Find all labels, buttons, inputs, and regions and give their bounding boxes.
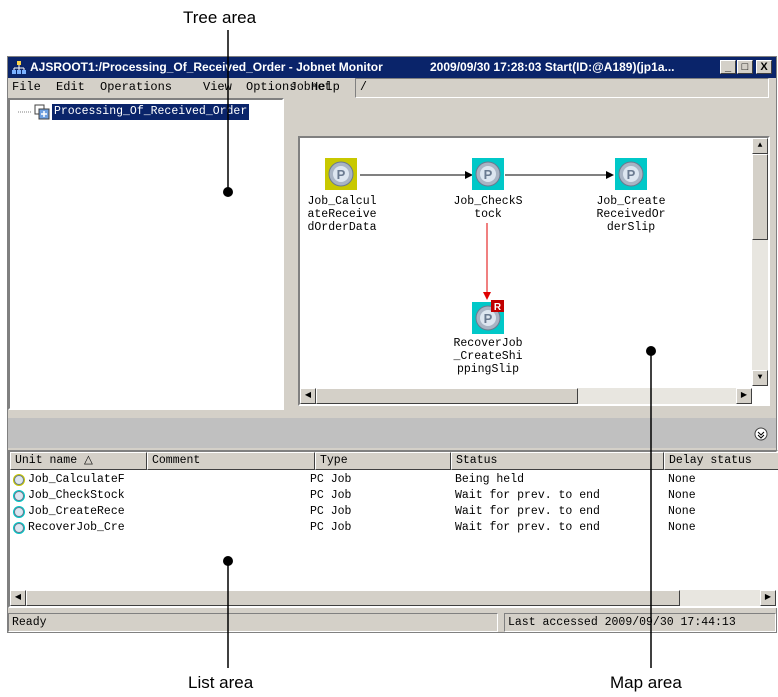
column-header-type[interactable]: Type xyxy=(315,452,451,470)
status-bar: Ready Last accessed 2009/09/30 17:44:13 xyxy=(8,612,776,632)
cell-type: PC Job xyxy=(310,505,352,518)
minimize-button[interactable]: _ xyxy=(720,60,736,74)
jobnet-path-field: / xyxy=(355,78,769,98)
job-icon-checkstock[interactable]: P xyxy=(472,158,504,190)
scroll-down-button[interactable]: ▼ xyxy=(752,370,768,386)
window-title-start-info: 2009/09/30 17:28:03 Start(ID:@A189)(jp1a… xyxy=(430,60,675,74)
job-icon-create-order-slip[interactable]: P xyxy=(615,158,647,190)
maximize-button[interactable]: □ xyxy=(737,60,753,74)
map-area[interactable]: P P P P R Job_Calcul ateReceive dOrderDa… xyxy=(298,136,770,406)
menu-file[interactable]: File xyxy=(12,78,41,97)
tree-node-label[interactable]: Processing_Of_Received_Order xyxy=(52,104,250,120)
cell-delay-status: None xyxy=(668,505,696,518)
scroll-up-button[interactable]: ▲ xyxy=(752,138,768,154)
jobnet-icon xyxy=(34,104,50,120)
svg-text:P: P xyxy=(627,167,636,182)
job-label-create-order-slip: Job_Create ReceivedOr derSlip xyxy=(596,195,666,234)
cell-type: PC Job xyxy=(310,521,352,534)
tree-connector-line xyxy=(18,111,32,113)
column-header-delay-status[interactable]: Delay status xyxy=(664,452,778,470)
job-icon-calculate[interactable]: P xyxy=(325,158,357,190)
job-status-icon xyxy=(13,522,25,534)
job-label-checkstock: Job_CheckS tock xyxy=(453,195,523,221)
map-vertical-scrollbar[interactable]: ▲ ▼ xyxy=(752,138,768,386)
close-button[interactable]: X xyxy=(756,60,772,74)
svg-text:P: P xyxy=(484,311,493,326)
job-status-icon xyxy=(13,506,25,518)
list-hscroll-thumb[interactable] xyxy=(26,590,680,606)
menu-options[interactable]: Options xyxy=(246,78,296,97)
menu-edit[interactable]: Edit xyxy=(56,78,85,97)
list-area[interactable]: Unit name △ Comment Type Status Delay st… xyxy=(8,450,778,608)
status-last-accessed: Last accessed 2009/09/30 17:44:13 xyxy=(504,613,776,632)
cell-unit-name: RecoverJob_Cre xyxy=(28,521,125,534)
map-horizontal-scrollbar[interactable]: ◀ ▶ xyxy=(300,388,752,404)
map-vscroll-thumb[interactable] xyxy=(752,154,768,240)
svg-text:P: P xyxy=(337,167,346,182)
list-area-callout: List area xyxy=(188,673,254,692)
list-horizontal-scrollbar[interactable]: ◀ ▶ xyxy=(10,590,776,606)
job-status-icon xyxy=(13,490,25,502)
cell-delay-status: None xyxy=(668,489,696,502)
map-hscroll-thumb[interactable] xyxy=(316,388,578,404)
jobnet-app-icon xyxy=(12,61,26,74)
svg-text:P: P xyxy=(484,167,493,182)
svg-text:R: R xyxy=(494,302,502,313)
job-status-icon xyxy=(13,474,25,486)
jobnet-label: Jobnet xyxy=(290,81,332,94)
cell-unit-name: Job_CheckStock xyxy=(28,489,125,502)
scroll-left-button[interactable]: ◀ xyxy=(300,388,316,404)
table-row[interactable]: Job_CalculateF PC Job Being held None xyxy=(10,472,778,488)
window-title: AJSROOT1:/Processing_Of_Received_Order -… xyxy=(30,60,383,74)
job-label-calculate: Job_Calcul ateReceive dOrderData xyxy=(307,195,377,234)
collapse-chevron-icon[interactable] xyxy=(754,427,768,441)
cell-type: PC Job xyxy=(310,489,352,502)
menu-view[interactable]: View xyxy=(203,78,232,97)
scroll-right-button[interactable]: ▶ xyxy=(736,388,752,404)
table-row[interactable]: RecoverJob_Cre PC Job Wait for prev. to … xyxy=(10,520,778,536)
column-header-comment[interactable]: Comment xyxy=(147,452,315,470)
tree-area-callout: Tree area xyxy=(183,8,257,27)
column-header-unit-name[interactable]: Unit name △ xyxy=(10,452,147,470)
cell-status: Being held xyxy=(455,473,525,486)
tree-area[interactable]: Processing_Of_Received_Order xyxy=(8,98,284,410)
job-label-recovery: RecoverJob _CreateShi ppingSlip xyxy=(453,337,523,376)
cell-delay-status: None xyxy=(668,473,696,486)
cell-status: Wait for prev. to end xyxy=(455,505,600,518)
table-row[interactable]: Job_CheckStock PC Job Wait for prev. to … xyxy=(10,488,778,504)
title-bar[interactable]: AJSROOT1:/Processing_Of_Received_Order -… xyxy=(8,57,776,78)
status-ready: Ready xyxy=(8,613,498,632)
cell-status: Wait for prev. to end xyxy=(455,489,600,502)
list-scroll-left-button[interactable]: ◀ xyxy=(10,590,26,606)
recovery-job-icon[interactable]: P R xyxy=(472,300,504,334)
cell-delay-status: None xyxy=(668,521,696,534)
column-header-status[interactable]: Status xyxy=(451,452,664,470)
table-row[interactable]: Job_CreateRece PC Job Wait for prev. to … xyxy=(10,504,778,520)
cell-unit-name: Job_CalculateF xyxy=(28,473,125,486)
map-area-callout: Map area xyxy=(610,673,682,692)
cell-type: PC Job xyxy=(310,473,352,486)
cell-unit-name: Job_CreateRece xyxy=(28,505,125,518)
cell-status: Wait for prev. to end xyxy=(455,521,600,534)
splitter-bar[interactable] xyxy=(8,418,776,448)
menu-operations[interactable]: Operations xyxy=(100,78,172,97)
list-scroll-right-button[interactable]: ▶ xyxy=(760,590,776,606)
